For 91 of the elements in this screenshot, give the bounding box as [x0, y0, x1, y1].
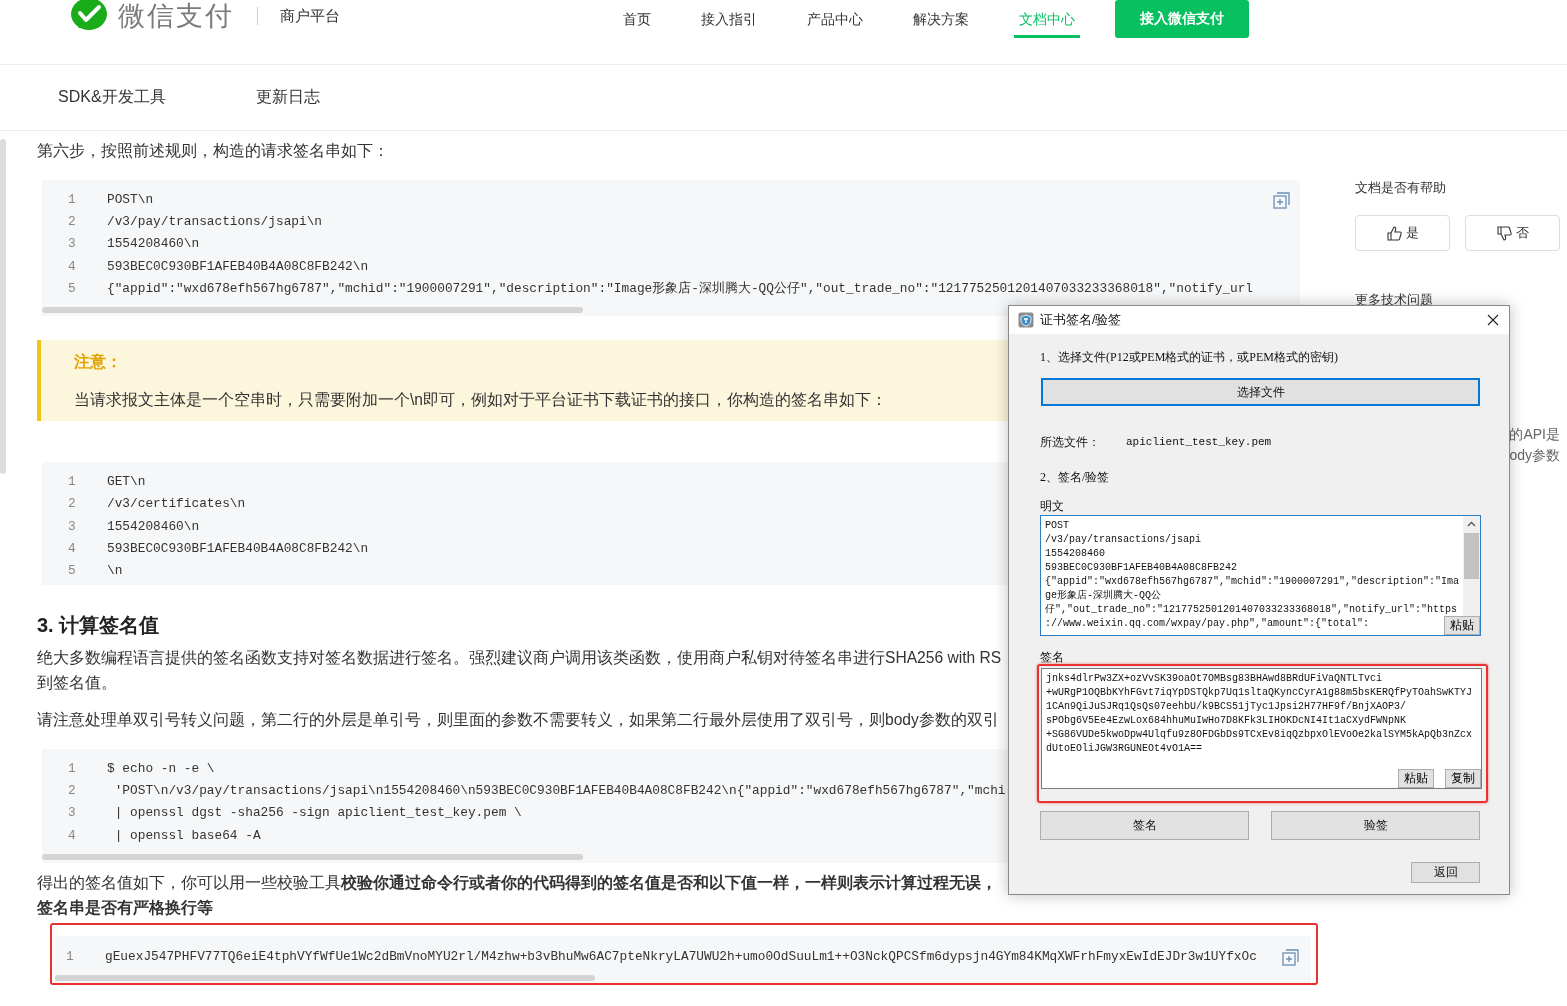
text-line: /v3/pay/transactions/jsapi: [1045, 533, 1202, 547]
nav-link[interactable]: 产品中心: [802, 0, 868, 38]
text-area[interactable]: [1040, 515, 1481, 636]
line-number: 2: [68, 213, 77, 229]
text-line: 593BEC0C930BF1AFEB40B4A08C8FB242: [1045, 561, 1238, 575]
field-label: 所选文件：: [1040, 434, 1100, 450]
shield-icon: [1018, 312, 1034, 328]
nav-link[interactable]: 首页: [618, 0, 656, 38]
line-number: 4: [68, 258, 77, 274]
subnav-link[interactable]: SDK&开发工具: [58, 87, 166, 108]
not-helpful-button[interactable]: 否: [1465, 215, 1560, 251]
scroll-up-icon: [1467, 521, 1476, 527]
thumbs-up-icon: [1386, 225, 1402, 241]
note-text: 当请求报文主体是一个空串时，只需要附加一个\n即可，例如对于平台证书下载证书的接口，你构造的签名串如下：: [74, 390, 887, 411]
code-line: 'POST\n/v3/pay/transactions/jsapi\n1554208460\n593BEC0C930BF1AFEB40B4A08C8FB242\n{"appid":"wxd678efh567hg6787","mchi: [113, 782, 1006, 798]
action-button[interactable]: 验签: [1271, 811, 1480, 840]
line-number: 2: [68, 496, 77, 512]
text-line: ://www.weixin.qq.com/wxpay/pay.php","amount":{"total":: [1045, 617, 1370, 631]
text-line: jnks4dlrPw3ZX+ozVvSK39oaOt7OMBsg83BHAwd8BRdUFiVaQNTLTvci: [1046, 672, 1383, 686]
line-number: 4: [68, 541, 77, 556]
text-line: 1554208460: [1045, 547, 1105, 561]
text-line: 1CAn9QiJuSJRq1QsQs07eehbU/k9BCS51jTyc1Jpsi2H77HF9f/BnjXAOP3/: [1046, 700, 1407, 714]
help-question: 文档是否有帮助: [1355, 179, 1447, 197]
copy-icon[interactable]: [1282, 949, 1299, 967]
sidebar-text: ody参数: [1508, 446, 1560, 465]
code-line: GET\n: [107, 474, 146, 490]
small-button[interactable]: 复制: [1445, 769, 1481, 788]
line-number: 1: [66, 948, 75, 964]
paragraph: 第六步，按照前述规则，构造的请求签名串如下：: [37, 141, 389, 161]
note-title: 注意：: [74, 352, 122, 373]
scrollbar-thumb[interactable]: [55, 975, 596, 982]
line-number: 5: [68, 563, 77, 579]
code-line: {"appid":"wxd678efh567hg6787","mchid":"1900007291","description":"Image形象店-深圳腾大-QQ公仔","out_trade_no":"1217752501201407033233368018","notify_url: [107, 279, 1254, 297]
text-line: ge形象店-深圳腾大-QQ公: [1045, 589, 1161, 603]
platform-name: 商户平台: [280, 6, 340, 26]
paragraph: 得出的签名值如下，你可以用一些校验工具校验你通过命令行或者你的代码得到的签名值是否和以下值一样，一样则表示计算过程无误， 签名串是否有严格换行等: [37, 873, 997, 919]
code-line: \n: [107, 563, 123, 579]
paragraph: 请注意处理单双引号转义问题，第二行的外层是单引号，则里面的参数不需要转义，如果第二行最外层使用了双引号，则body参数的双引: [37, 709, 999, 730]
line-number: 3: [68, 805, 77, 821]
code-line: | openssl dgst -sha256 -sign apiclient_test_key.pem \: [113, 805, 522, 821]
code-line: 1554208460\n: [107, 518, 200, 534]
code-line: POST\n: [107, 191, 154, 207]
scrollbar-thumb[interactable]: [1464, 533, 1479, 579]
line-number: 1: [68, 760, 77, 776]
nav-link[interactable]: 接入指引: [696, 0, 762, 38]
line-number: 5: [68, 280, 77, 296]
line-number: 3: [68, 236, 77, 252]
text-line: POST: [1045, 519, 1069, 533]
step-label: 2、签名/验签: [1040, 469, 1111, 485]
code-line: /v3/pay/transactions/jsapi\n: [107, 213, 323, 229]
text-line: +SG86VUDe5kwoDpw4Ulqfu9z8OFDGbDs9TCxEv8iqQzbpxOlEVoOe2kalSYM5kApQb3nZcx: [1046, 728, 1473, 742]
line-number: 3: [68, 518, 77, 534]
back-button[interactable]: 返回: [1411, 862, 1480, 883]
code-line: $ echo -n -e \: [107, 760, 215, 776]
close-icon[interactable]: [1487, 314, 1499, 326]
line-number: 1: [68, 474, 77, 490]
action-button[interactable]: 签名: [1040, 811, 1249, 840]
code-line: 593BEC0C930BF1AFEB40B4A08C8FB242\n: [107, 258, 369, 274]
code-line: gEuexJ547PHFV77TQ6eiE4tphVYfWfUe1Wc2dBmVnoMYU2rl/M4zhw+b3vBhuMw6AC7pteNkryLA7UWU2h+umo0OdSuuLm1++O3NckQPCSfm6dypsjn4GYm84KMqXWFrhFmyxEwIdEJDr3w1UYfxOc: [105, 948, 1257, 964]
helpful-button[interactable]: 是: [1355, 215, 1450, 251]
line-number: 2: [68, 782, 77, 798]
field-label: 签名: [1040, 650, 1065, 664]
subnav-link[interactable]: 更新日志: [255, 87, 320, 108]
code-line: /v3/certificates\n: [107, 496, 246, 512]
code-line: 593BEC0C930BF1AFEB40B4A08C8FB242\n: [107, 541, 369, 556]
scrollbar-thumb[interactable]: [42, 307, 583, 314]
line-number: 1: [68, 191, 77, 207]
text-line: dUtoEOliJGW3RGUNEOt4vO1A==: [1046, 742, 1203, 756]
sidebar-text: 的API是: [1508, 425, 1560, 444]
copy-icon[interactable]: [1273, 192, 1290, 209]
choose-file-button[interactable]: 选择文件: [1041, 378, 1480, 406]
section-heading: 3. 计算签名值: [37, 612, 160, 638]
window-title: 证书签名/验签: [1040, 311, 1122, 329]
text-line: {"appid":"wxd678efh567hg6787","mchid":"1900007291","description":"Ima: [1045, 575, 1460, 589]
text-line: 仔","out_trade_no":"1217752501201407033233368018","notify_url":"https: [1045, 603, 1458, 617]
code-line: | openssl base64 -A: [113, 827, 261, 843]
file-name: apiclient_test_key.pem: [1126, 436, 1272, 448]
step-label: 1、选择文件(P12或PEM格式的证书，或PEM格式的密钥): [1040, 349, 1339, 365]
paragraph: 绝大多数编程语言提供的签名函数支持对签名数据进行签名。强烈建议商户调用该类函数，使用商户私钥对待签名串进行SHA256 with RS 到签名值。: [37, 647, 1002, 693]
code-line: 1554208460\n: [107, 236, 200, 252]
scrollbar-thumb[interactable]: [42, 854, 583, 861]
text-line: +wURgP1OQBbKYhFGvt7iqYpDSTQkp7Uq1sltaQKyncCyrA1g88m5bsKERQfPyTOahSwKTYJ: [1046, 686, 1473, 700]
line-number: 4: [68, 827, 77, 843]
brand-name: 微信支付: [118, 0, 234, 33]
small-button[interactable]: 粘贴: [1398, 769, 1434, 788]
small-button[interactable]: 粘贴: [1444, 616, 1480, 635]
text-line: sPObg6V5Ee4EzwLox684hhuMuIwHo7D8KFk3LIHOKDcNI4It1aCXydFWNpNK: [1046, 714, 1407, 728]
field-label: 明文: [1040, 499, 1065, 513]
thumbs-down-icon: [1496, 225, 1512, 241]
nav-link[interactable]: 解决方案: [908, 0, 974, 38]
scrollbar-thumb[interactable]: [0, 139, 6, 474]
